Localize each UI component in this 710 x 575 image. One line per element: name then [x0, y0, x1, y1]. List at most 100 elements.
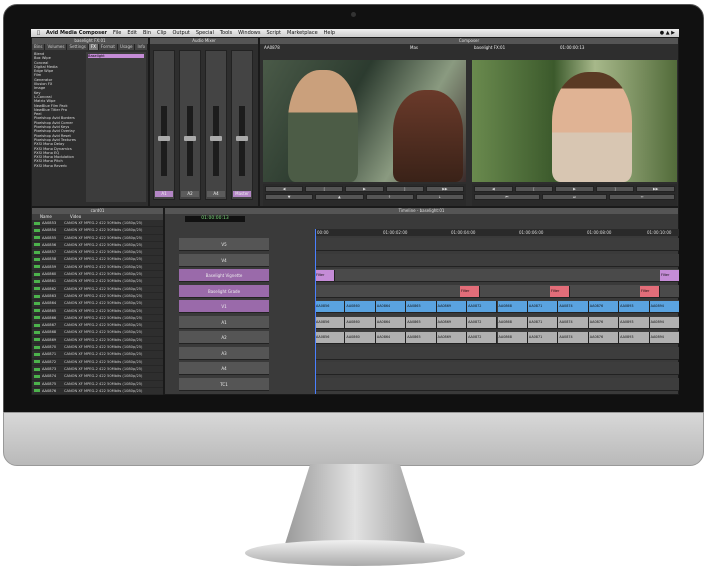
- track-lane[interactable]: [315, 253, 679, 267]
- bin-row[interactable]: AA0870 CANON XF MPEG-2 422 50Mbits (1080p…: [32, 344, 163, 352]
- bin-row[interactable]: AA0859 CANON XF MPEG-2 422 50Mbits (1080p…: [32, 264, 163, 272]
- bin-row[interactable]: AA0853 CANON XF MPEG-2 422 50Mbits (1080p…: [32, 220, 163, 228]
- timeline-clip[interactable]: AA0872: [467, 332, 498, 343]
- menu-output[interactable]: Output: [172, 30, 189, 36]
- timeline-clip[interactable]: AA0871: [527, 332, 559, 343]
- menu-windows[interactable]: Windows: [238, 30, 260, 36]
- bin-row[interactable]: AA0875 CANON XF MPEG-2 422 50Mbits (1080p…: [32, 381, 163, 388]
- record-monitor[interactable]: [472, 60, 677, 182]
- apple-icon[interactable]: : [37, 30, 40, 36]
- track-header[interactable]: Baselight Grade: [179, 284, 269, 298]
- timeline-clip[interactable]: AA0871: [527, 316, 559, 328]
- lift-button[interactable]: ↑: [365, 194, 414, 200]
- timeline-clip[interactable]: AA0876: [588, 301, 620, 312]
- step-back-button[interactable]: ◀: [265, 186, 304, 192]
- menu-clip[interactable]: Clip: [157, 30, 166, 36]
- timeline-clip[interactable]: AA0869: [436, 316, 468, 328]
- tab-settings[interactable]: Settings: [67, 44, 89, 50]
- timeline-clip[interactable]: AA0860: [345, 332, 376, 343]
- bin-row[interactable]: AA0855 CANON XF MPEG-2 422 50Mbits (1080p…: [32, 235, 163, 242]
- bin-row[interactable]: AA0863 CANON XF MPEG-2 422 50Mbits (1080p…: [32, 293, 163, 301]
- bin-row[interactable]: AA0867 CANON XF MPEG-2 422 50Mbits (1080p…: [32, 322, 163, 330]
- tab-volumes[interactable]: Volumes: [45, 44, 68, 50]
- timeline-ruler[interactable]: 00:00 01:00:02:00 01:00:04:00 01:00:06:0…: [315, 229, 679, 236]
- bin-row[interactable]: AA0857 CANON XF MPEG-2 422 50Mbits (1080p…: [32, 249, 163, 257]
- filter-clip[interactable]: Filter: [640, 285, 660, 297]
- filter-clip[interactable]: Filter: [315, 270, 335, 281]
- track-header[interactable]: V1: [179, 300, 269, 313]
- bin-row[interactable]: AA0868 CANON XF MPEG-2 422 50Mbits (1080p…: [32, 329, 163, 337]
- splice-button[interactable]: ▼: [265, 194, 314, 200]
- mixer-channel-master[interactable]: Master: [231, 50, 253, 200]
- track-lane[interactable]: Filter Filter: [315, 269, 679, 282]
- bin-row[interactable]: AA0854 CANON XF MPEG-2 422 50Mbits (1080p…: [32, 227, 163, 235]
- fader-handle[interactable]: [210, 136, 222, 141]
- mixer-channel-a1[interactable]: A1: [153, 50, 175, 200]
- effect-item-selected[interactable]: Baselight: [88, 54, 144, 59]
- go-to-out-button[interactable]: ⏭: [541, 194, 608, 200]
- timeline-clip[interactable]: AA0874: [558, 301, 589, 312]
- bin-row[interactable]: AA0860 CANON XF MPEG-2 422 50Mbits (1080p…: [32, 271, 163, 279]
- timeline-clip[interactable]: AA0868: [497, 332, 528, 343]
- menu-help[interactable]: Help: [324, 30, 335, 36]
- bin-row[interactable]: AA0871 CANON XF MPEG-2 422 50Mbits (1080p…: [32, 351, 163, 359]
- timeline-clip[interactable]: AA0871: [527, 301, 559, 312]
- tab-bins[interactable]: Bins: [32, 44, 46, 50]
- track-lane[interactable]: [315, 346, 679, 360]
- track-header[interactable]: V4: [179, 253, 269, 267]
- timeline-clip[interactable]: AA0856: [315, 316, 346, 328]
- playhead[interactable]: [315, 229, 316, 394]
- play-button[interactable]: ▶: [345, 186, 384, 192]
- mixer-channel-a2[interactable]: A2: [179, 50, 201, 200]
- timeline-clip[interactable]: AA0869: [436, 301, 468, 312]
- go-to-in-button[interactable]: ⏮: [474, 194, 540, 200]
- track-header[interactable]: V5: [179, 238, 269, 251]
- timeline-clip[interactable]: AA0872: [467, 316, 498, 328]
- source-monitor[interactable]: [263, 60, 466, 182]
- tab-fx[interactable]: FX: [88, 44, 99, 50]
- track-header[interactable]: A2: [179, 331, 269, 344]
- tab-info[interactable]: Info: [135, 44, 149, 50]
- timeline-clip[interactable]: AA0893: [619, 332, 650, 343]
- tab-usage[interactable]: Usage: [118, 44, 136, 50]
- fader-handle[interactable]: [184, 136, 196, 141]
- menu-script[interactable]: Script: [267, 30, 282, 36]
- timeline-clip[interactable]: AA0894: [649, 316, 679, 328]
- effect-category-item[interactable]: PXSI Mono Reverb: [34, 164, 84, 168]
- timeline-clip[interactable]: AA0876: [588, 316, 620, 328]
- timeline-clip[interactable]: AA0876: [588, 332, 620, 343]
- track-lane[interactable]: AA0856 AA0860 AA0864 AA0865 AA0869 AA0872 AA08…: [315, 331, 679, 344]
- timeline-clip[interactable]: AA0893: [619, 316, 650, 328]
- menu-edit[interactable]: Edit: [127, 30, 137, 36]
- fader-handle[interactable]: [236, 136, 248, 141]
- play-button[interactable]: ▶: [555, 186, 594, 192]
- menu-special[interactable]: Special: [196, 30, 214, 36]
- track-lane[interactable]: [315, 238, 679, 251]
- tab-format[interactable]: Format: [99, 44, 119, 50]
- step-forward-button[interactable]: ▶▶: [636, 186, 675, 192]
- timeline-clip[interactable]: AA0865: [406, 332, 437, 343]
- timeline-clip[interactable]: AA0860: [345, 316, 376, 328]
- bin-row[interactable]: AA0865 CANON XF MPEG-2 422 50Mbits (1080p…: [32, 308, 163, 315]
- mark-in-button[interactable]: [: [305, 186, 344, 192]
- timeline-clip[interactable]: AA0869: [436, 332, 468, 343]
- extract-button[interactable]: ↓: [415, 194, 464, 200]
- track-header[interactable]: A4: [179, 362, 269, 375]
- filter-clip[interactable]: Filter: [660, 270, 679, 281]
- overwrite-button[interactable]: ▲: [315, 194, 364, 200]
- track-lane[interactable]: [315, 377, 679, 391]
- step-forward-button[interactable]: ▶▶: [425, 186, 465, 192]
- bin-row[interactable]: AA0874 CANON XF MPEG-2 422 50Mbits (1080p…: [32, 373, 163, 381]
- bin-row[interactable]: AA0876 CANON XF MPEG-2 422 50Mbits (1080p…: [32, 388, 163, 395]
- mark-out-button[interactable]: ]: [595, 186, 635, 192]
- menu-marketplace[interactable]: Marketplace: [287, 30, 318, 36]
- track-lane[interactable]: AA0856 AA0860 AA0864 AA0865 AA0869 AA0872 AA08…: [315, 315, 679, 329]
- bin-row[interactable]: AA0862 CANON XF MPEG-2 422 50Mbits (1080p…: [32, 286, 163, 293]
- timeline-clip[interactable]: AA0894: [649, 301, 679, 312]
- timeline-clip[interactable]: AA0864: [375, 301, 407, 312]
- timeline-clip[interactable]: AA0874: [558, 332, 589, 343]
- timeline-clip[interactable]: AA0872: [467, 301, 498, 312]
- step-back-button[interactable]: ◀: [474, 186, 513, 192]
- timeline-clip[interactable]: AA0856: [315, 301, 346, 312]
- fader-handle[interactable]: [158, 136, 170, 141]
